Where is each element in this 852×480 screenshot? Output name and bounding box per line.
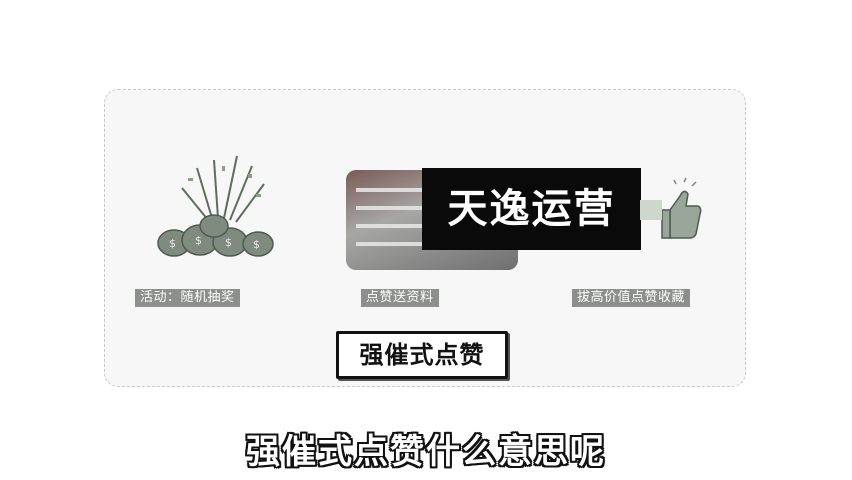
svg-text:$: $: [253, 238, 260, 251]
video-subtitle: 强催式点赞什么意思呢: [246, 432, 606, 472]
thumbs-up-icon: [640, 177, 702, 239]
caption-random-draw: 活动：随机抽奖: [135, 289, 240, 307]
money-bag-confetti-icon: $ $ $ $: [157, 155, 274, 257]
caption-boost-value-like-collect: 拔高价值点赞收藏: [572, 289, 691, 307]
caption-like-for-material: 点赞送资料: [361, 289, 439, 307]
center-label: 强催式点赞: [336, 331, 508, 379]
svg-text:$: $: [169, 237, 176, 250]
brand-logo: 天逸运营: [422, 168, 641, 250]
svg-text:$: $: [195, 234, 202, 247]
svg-text:$: $: [225, 236, 232, 249]
